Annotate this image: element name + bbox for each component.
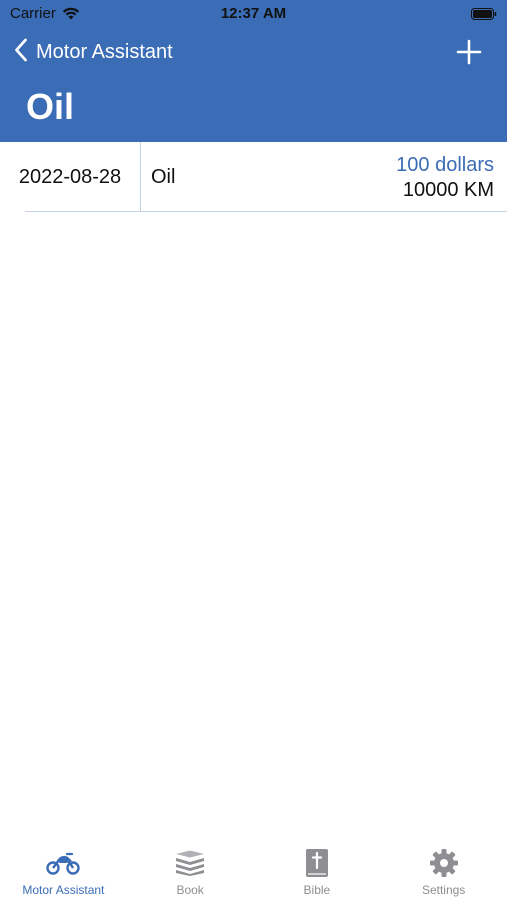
- back-button[interactable]: Motor Assistant: [14, 38, 173, 66]
- row-divider: [25, 211, 507, 212]
- battery-icon: [471, 7, 497, 20]
- table-row[interactable]: 2022-08-28 Oil 100 dollars 10000 KM: [0, 142, 507, 212]
- plus-icon: [455, 39, 483, 70]
- books-icon: [173, 848, 207, 878]
- chevron-left-icon: [14, 38, 28, 67]
- clock: 12:37 AM: [220, 5, 287, 22]
- tab-bible[interactable]: Bible: [254, 834, 381, 900]
- record-mileage: 10000 KM: [402, 179, 494, 201]
- tab-motor-assistant-label: Motor Assistant: [22, 883, 105, 897]
- tab-bible-label: Bible: [303, 883, 331, 897]
- tab-book[interactable]: Book: [127, 834, 254, 900]
- tab-motor-assistant[interactable]: Motor Assistant: [0, 834, 127, 900]
- record-item: Oil: [151, 165, 176, 188]
- page-title: Oil: [26, 86, 75, 127]
- gear-icon: [427, 848, 461, 878]
- back-button-label: Motor Assistant: [36, 40, 173, 63]
- tab-bar: Motor Assistant Book Bible Settings: [0, 834, 507, 900]
- tab-settings-label: Settings: [421, 883, 466, 897]
- record-cost: 100 dollars: [396, 154, 494, 176]
- column-divider: [140, 142, 141, 212]
- motorcycle-icon: [46, 848, 81, 878]
- tab-book-label: Book: [176, 883, 204, 897]
- add-record-button[interactable]: [455, 38, 483, 66]
- tab-settings[interactable]: Settings: [380, 834, 507, 900]
- navigation-header: Carrier 12:37 AM Motor Assistant Oil: [0, 0, 507, 142]
- status-bar: Carrier 12:37 AM: [0, 0, 507, 28]
- record-date: 2022-08-28: [18, 165, 122, 188]
- bible-icon: [300, 848, 334, 878]
